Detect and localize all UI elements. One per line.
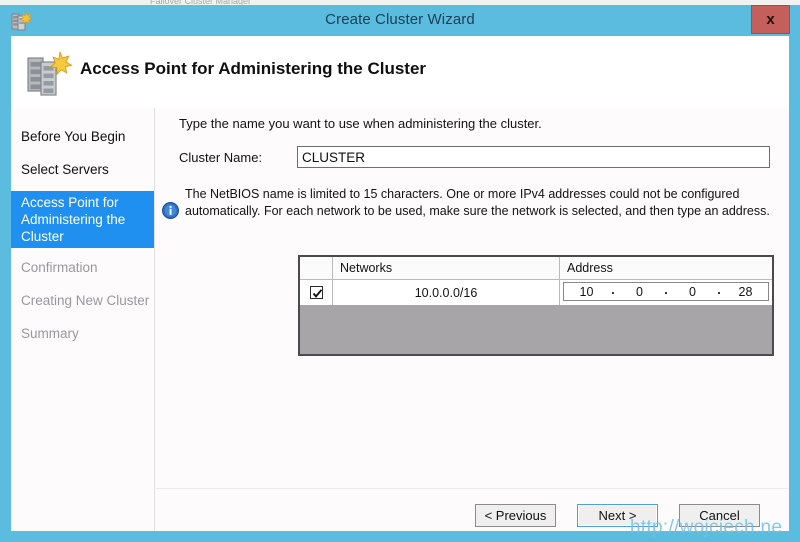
- next-button[interactable]: Next >: [577, 504, 658, 527]
- sidebar-item-summary[interactable]: Summary: [11, 322, 154, 345]
- network-select-checkbox[interactable]: [310, 286, 323, 299]
- table-row[interactable]: 10.0.0.0/16 10 . 0 . 0 . 28: [300, 280, 772, 305]
- dialog-footer: < Previous Next > Cancel: [156, 488, 789, 531]
- network-address-cell: 10 . 0 . 0 . 28: [560, 280, 772, 305]
- cluster-name-label: Cluster Name:: [179, 150, 262, 165]
- info-text: The NetBIOS name is limited to 15 charac…: [185, 186, 777, 219]
- ip-address-input[interactable]: 10 . 0 . 0 . 28: [563, 282, 769, 301]
- column-header-select: [300, 257, 333, 279]
- ip-octet-2[interactable]: 0: [617, 285, 662, 299]
- networks-grid-header: Networks Address: [300, 257, 772, 280]
- sidebar-item-select-servers[interactable]: Select Servers: [11, 158, 154, 181]
- main-area: Before You Begin Select Servers Access P…: [11, 108, 789, 531]
- ip-separator: .: [715, 283, 723, 300]
- network-select-cell: [300, 280, 333, 305]
- wizard-steps-sidebar: Before You Begin Select Servers Access P…: [11, 108, 155, 531]
- title-bar: Create Cluster Wizard x: [0, 5, 800, 36]
- sidebar-item-confirmation[interactable]: Confirmation: [11, 256, 154, 279]
- dialog-client-area: Access Point for Administering the Clust…: [11, 36, 789, 531]
- page-header: Access Point for Administering the Clust…: [11, 36, 789, 108]
- network-name-cell: 10.0.0.0/16: [333, 280, 560, 305]
- ip-octet-4[interactable]: 28: [723, 285, 768, 299]
- sidebar-item-creating-new-cluster[interactable]: Creating New Cluster: [11, 289, 154, 312]
- ip-separator: .: [662, 283, 670, 300]
- networks-grid: Networks Address 10.0.0.0/16: [298, 255, 774, 356]
- cluster-name-row: Cluster Name:: [179, 146, 771, 168]
- previous-button[interactable]: < Previous: [475, 504, 556, 527]
- column-header-address: Address: [560, 257, 772, 279]
- close-button[interactable]: x: [751, 5, 790, 34]
- cancel-button[interactable]: Cancel: [679, 504, 760, 527]
- column-header-networks: Networks: [333, 257, 560, 279]
- cluster-server-icon: [25, 48, 73, 98]
- sidebar-item-access-point[interactable]: Access Point for Administering the Clust…: [11, 191, 154, 248]
- window-title: Create Cluster Wizard: [0, 11, 800, 28]
- ip-octet-3[interactable]: 0: [670, 285, 715, 299]
- ip-separator: .: [609, 283, 617, 300]
- info-icon: [162, 202, 179, 219]
- sidebar-item-before-you-begin[interactable]: Before You Begin: [11, 125, 154, 148]
- content-pane: Type the name you want to use when admin…: [156, 108, 789, 531]
- ip-octet-1[interactable]: 10: [564, 285, 609, 299]
- page-title: Access Point for Administering the Clust…: [80, 59, 426, 79]
- create-cluster-wizard-window: Create Cluster Wizard x: [0, 5, 800, 542]
- cluster-name-input[interactable]: [297, 146, 770, 168]
- instruction-text: Type the name you want to use when admin…: [179, 116, 542, 131]
